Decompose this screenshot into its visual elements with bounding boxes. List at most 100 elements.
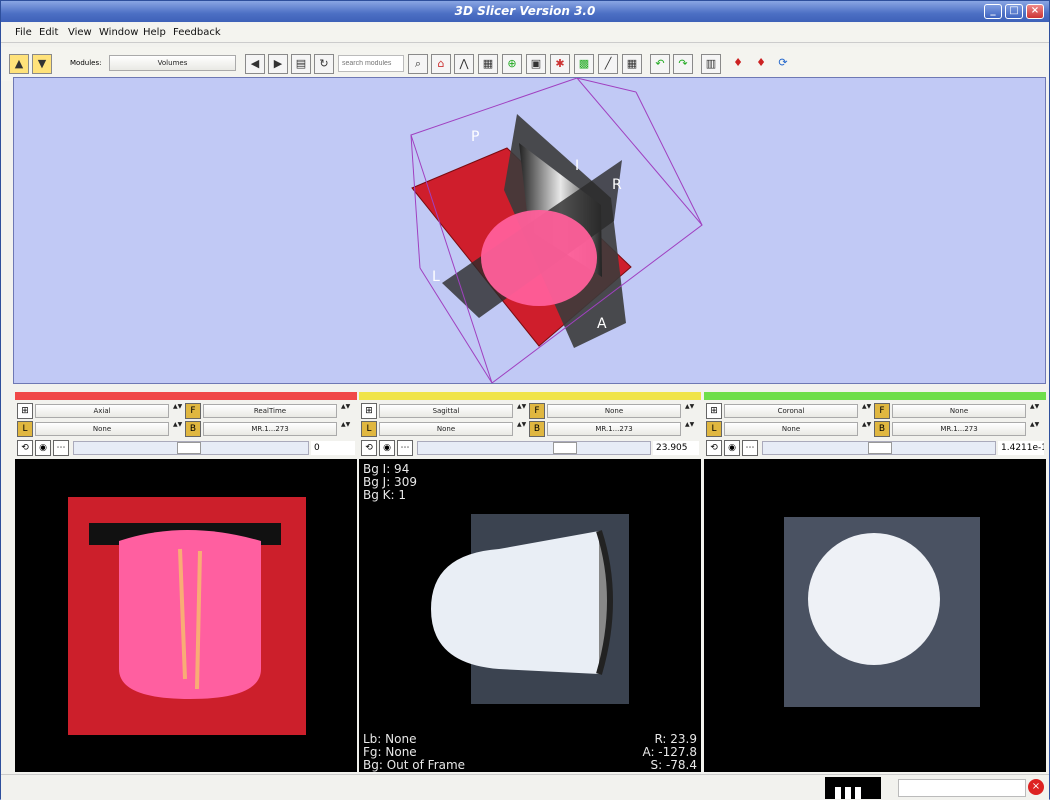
slice-panel-yellow: ⊞ Sagittal ▲▼ F None ▲▼ L None ▲▼ B MR.1… <box>359 392 701 772</box>
fit-icon[interactable]: ⋯ <box>53 440 69 456</box>
foreground-selector[interactable]: None <box>547 404 681 418</box>
maximize-button[interactable]: □ <box>1005 4 1023 19</box>
slice-layout-icon[interactable]: ⊞ <box>706 403 722 419</box>
axial-slice-image[interactable] <box>15 459 357 772</box>
red-slice-bar[interactable] <box>15 392 357 400</box>
orientation-selector[interactable]: Sagittal <box>379 404 513 418</box>
spin-arrows[interactable]: ▲▼ <box>862 421 871 437</box>
label-selector[interactable]: None <box>35 422 169 436</box>
spin-arrows[interactable]: ▲▼ <box>173 421 182 437</box>
undo-icon[interactable]: ↶ <box>650 54 670 74</box>
green-slice-bar[interactable] <box>704 392 1046 400</box>
layout-icon[interactable]: ▥ <box>701 54 721 74</box>
save-scene-icon[interactable]: ▼ <box>32 54 52 74</box>
background-selector[interactable]: MR.1...273 <box>547 422 681 436</box>
modules-label: Modules: <box>70 59 102 67</box>
prev-module-icon[interactable]: ◀ <box>245 54 265 74</box>
spin-arrows[interactable]: ▲▼ <box>862 403 871 419</box>
fit-icon[interactable]: ⋯ <box>742 440 758 456</box>
spin-arrows[interactable]: ▲▼ <box>685 403 694 419</box>
phantom-volume <box>481 210 597 306</box>
volumes-icon[interactable]: ▣ <box>526 54 546 74</box>
foreground-icon[interactable]: F <box>874 403 890 419</box>
menu-window[interactable]: Window <box>99 27 138 38</box>
label-icon[interactable]: L <box>17 421 33 437</box>
next-module-icon[interactable]: ▶ <box>268 54 288 74</box>
foreground-selector[interactable]: RealTime <box>203 404 337 418</box>
spin-arrows[interactable]: ▲▼ <box>341 421 350 437</box>
spin-arrows[interactable]: ▲▼ <box>517 403 526 419</box>
background-icon[interactable]: B <box>529 421 545 437</box>
link-icon[interactable]: ⟲ <box>706 440 722 456</box>
foreground-selector[interactable]: None <box>892 404 1026 418</box>
coronal-slice-image[interactable] <box>704 459 1046 772</box>
slice-layout-icon[interactable]: ⊞ <box>17 403 33 419</box>
yellow-slice-bar[interactable] <box>359 392 701 400</box>
editor-icon[interactable]: ▦ <box>622 54 642 74</box>
window-title: 3D Slicer Version 3.0 <box>454 4 596 18</box>
spin-arrows[interactable]: ▲▼ <box>685 421 694 437</box>
offset-slider[interactable] <box>73 441 309 455</box>
spin-arrows[interactable]: ▲▼ <box>517 421 526 437</box>
offset-value[interactable]: 23.905 <box>653 441 699 455</box>
pick-icon[interactable]: ♦ <box>728 54 748 74</box>
foreground-icon[interactable]: F <box>529 403 545 419</box>
rotate-icon[interactable]: ⟳ <box>773 54 793 74</box>
menu-file[interactable]: File <box>15 27 32 38</box>
background-selector[interactable]: MR.1...273 <box>892 422 1026 436</box>
slice-layout-icon[interactable]: ⊞ <box>361 403 377 419</box>
offset-value[interactable]: 0 <box>311 441 355 455</box>
load-scene-icon[interactable]: ▲ <box>9 54 29 74</box>
redo-icon[interactable]: ↷ <box>673 54 693 74</box>
background-icon[interactable]: B <box>874 421 890 437</box>
background-icon[interactable]: B <box>185 421 201 437</box>
eye-icon[interactable]: ◉ <box>35 440 51 456</box>
module-history-icon[interactable]: ▤ <box>291 54 311 74</box>
spin-arrows[interactable]: ▲▼ <box>173 403 182 419</box>
transforms-icon[interactable]: ⊕ <box>502 54 522 74</box>
foreground-icon[interactable]: F <box>185 403 201 419</box>
measure-icon[interactable]: ╱ <box>598 54 618 74</box>
fiducials-icon[interactable]: ▩ <box>574 54 594 74</box>
offset-slider[interactable] <box>417 441 651 455</box>
sagittal-slice-image[interactable]: Bg I: 94 Bg J: 309 Bg K: 1 Lb: None Fg: … <box>359 459 701 772</box>
spin-arrows[interactable]: ▲▼ <box>341 403 350 419</box>
spin-arrows[interactable]: ▲▼ <box>1030 421 1039 437</box>
models-icon[interactable]: ✱ <box>550 54 570 74</box>
minimize-button[interactable]: _ <box>984 4 1002 19</box>
place-icon[interactable]: ♦ <box>751 54 771 74</box>
offset-slider[interactable] <box>762 441 996 455</box>
3d-view[interactable]: P I R L A <box>13 77 1046 384</box>
link-icon[interactable]: ⟲ <box>17 440 33 456</box>
offset-value[interactable]: 1.4211e-1- <box>998 441 1044 455</box>
label-icon[interactable]: L <box>706 421 722 437</box>
toolbar: ▲ ▼ Modules: Volumes ◀ ▶ ▤ ↻ ⌕ ⌂ ⋀ ▦ ⊕ ▣… <box>1 47 1049 81</box>
label-selector[interactable]: None <box>724 422 858 436</box>
eye-icon[interactable]: ◉ <box>724 440 740 456</box>
menu-feedback[interactable]: Feedback <box>173 27 221 38</box>
search-modules-input[interactable] <box>338 55 404 72</box>
spin-arrows[interactable]: ▲▼ <box>1030 403 1039 419</box>
menu-help[interactable]: Help <box>143 27 166 38</box>
orientation-selector[interactable]: Coronal <box>724 404 858 418</box>
menu-view[interactable]: View <box>68 27 92 38</box>
slider-knob[interactable] <box>177 442 201 454</box>
close-circle-icon[interactable]: × <box>1028 779 1044 795</box>
background-selector[interactable]: MR.1...273 <box>203 422 337 436</box>
menu-edit[interactable]: Edit <box>39 27 58 38</box>
slider-knob[interactable] <box>868 442 892 454</box>
slider-knob[interactable] <box>553 442 577 454</box>
data-tree-icon[interactable]: ⋀ <box>454 54 474 74</box>
refresh-module-icon[interactable]: ↻ <box>314 54 334 74</box>
home-icon[interactable]: ⌂ <box>431 54 451 74</box>
link-icon[interactable]: ⟲ <box>361 440 377 456</box>
orientation-selector[interactable]: Axial <box>35 404 169 418</box>
label-selector[interactable]: None <box>379 422 513 436</box>
grid-icon[interactable]: ▦ <box>478 54 498 74</box>
search-icon[interactable]: ⌕ <box>408 54 428 74</box>
module-selector[interactable]: Volumes <box>109 55 236 71</box>
close-window-button[interactable]: × <box>1026 4 1044 19</box>
label-icon[interactable]: L <box>361 421 377 437</box>
eye-icon[interactable]: ◉ <box>379 440 395 456</box>
fit-icon[interactable]: ⋯ <box>397 440 413 456</box>
